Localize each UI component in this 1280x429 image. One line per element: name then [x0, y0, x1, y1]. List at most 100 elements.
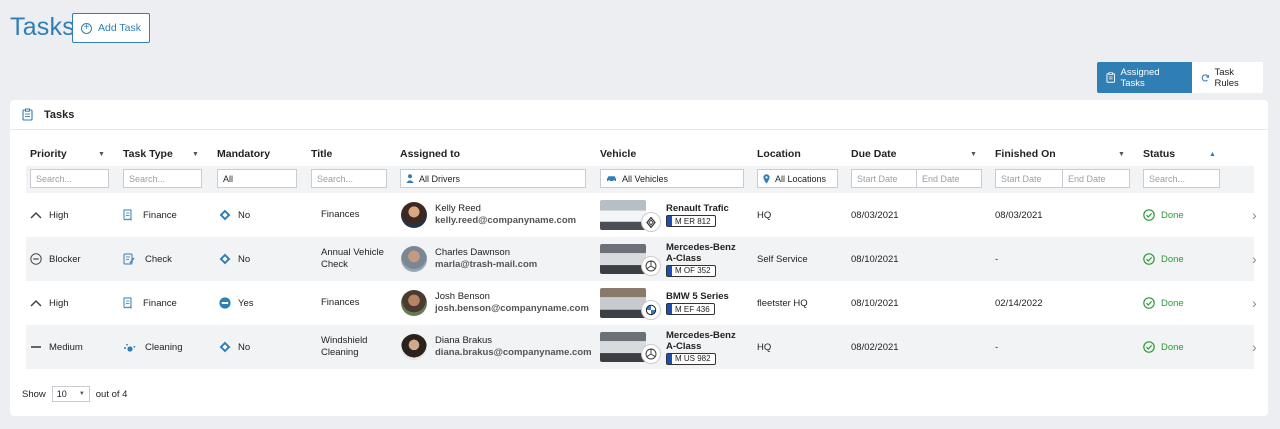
header-mandatory[interactable]: Mandatory — [217, 148, 270, 160]
task-type-cell: Check — [123, 237, 172, 281]
diamond-icon — [219, 209, 231, 221]
header-title[interactable]: Title — [311, 148, 332, 160]
header-vehicle[interactable]: Vehicle — [600, 148, 636, 160]
header-assigned-to[interactable]: Assigned to — [400, 148, 460, 160]
locations-filter-value: All Locations — [775, 173, 827, 184]
status-cell: Done — [1143, 237, 1184, 281]
mandatory-label: No — [238, 209, 251, 221]
bmw-logo-icon — [641, 300, 661, 320]
diamond-icon — [219, 253, 231, 265]
show-label: Show — [22, 388, 46, 400]
header-task-type-label: Task Type — [123, 148, 173, 160]
due-end-filter[interactable]: End Date — [916, 169, 982, 188]
task-type-label: Finance — [143, 209, 177, 221]
task-rules-label: Task Rules — [1214, 66, 1239, 89]
status-filter[interactable]: Search... — [1143, 169, 1220, 188]
mandatory-filter[interactable]: All — [217, 169, 297, 188]
drivers-filter[interactable]: All Drivers — [400, 169, 586, 188]
page-title: Tasks — [10, 13, 75, 41]
task-type-filter[interactable]: Search... — [123, 169, 202, 188]
priority-cell: High — [30, 281, 69, 325]
assignee-email: marla@trash-mail.com — [435, 259, 538, 270]
table-row[interactable]: High Finance Yes Finances Josh Benson jos… — [26, 281, 1257, 325]
add-task-button[interactable]: + Add Task — [72, 13, 150, 43]
priority-cell: Medium — [30, 325, 83, 369]
receipt-icon — [123, 297, 132, 309]
vehicle-name: BMW 5 Series — [666, 291, 729, 302]
assignee-email: kelly.reed@companyname.com — [435, 215, 577, 226]
title-filter[interactable]: Search... — [311, 169, 387, 188]
license-plate: M EF 436 — [666, 303, 715, 315]
finished-on-cell: - — [995, 341, 999, 353]
license-plate: M ER 812 — [666, 215, 716, 227]
vehicle-cell: BMW 5 Series M EF 436 — [600, 281, 729, 325]
table-row[interactable]: Medium Cleaning No Windshield Cleaning D… — [26, 325, 1257, 369]
refresh-icon — [1201, 73, 1210, 81]
header-due-date[interactable]: Due Date ▼ — [851, 148, 981, 160]
table-row[interactable]: Blocker Check No Annual Vehicle Check Ch… — [26, 237, 1257, 281]
priority-filter[interactable]: Search... — [30, 169, 109, 188]
mercedes-logo-icon — [641, 344, 661, 364]
finished-start-filter[interactable]: Start Date — [995, 169, 1063, 188]
caret-down-icon: ▼ — [192, 150, 199, 158]
car-icon — [606, 175, 617, 182]
vehicle-image — [600, 244, 661, 276]
header-finished-on[interactable]: Finished On ▼ — [995, 148, 1125, 160]
chevron-up-icon — [30, 299, 42, 307]
clipboard-icon — [22, 108, 33, 121]
assignee-cell: Josh Benson josh.benson@companyname.com — [401, 281, 589, 325]
header-location[interactable]: Location — [757, 148, 801, 160]
mercedes-logo-icon — [641, 256, 661, 276]
header-location-label: Location — [757, 148, 801, 160]
assignee-cell: Kelly Reed kelly.reed@companyname.com — [401, 193, 576, 237]
assigned-tasks-tab[interactable]: Assigned Tasks — [1097, 62, 1192, 93]
finished-on-cell: 08/03/2021 — [995, 209, 1043, 221]
location-cell: HQ — [757, 341, 772, 353]
due-date-cell: 08/10/2021 — [851, 297, 899, 309]
caret-down-icon: ▼ — [1118, 150, 1125, 158]
task-type-label: Finance — [143, 297, 177, 309]
locations-filter[interactable]: All Locations — [757, 169, 838, 188]
diamond-icon — [219, 341, 231, 353]
task-type-cell: Finance — [123, 193, 177, 237]
assignee-name: Diana Brakus — [435, 335, 493, 346]
vehicle-image — [600, 288, 661, 320]
header-status[interactable]: Status ▲ — [1143, 148, 1223, 160]
finished-end-filter[interactable]: End Date — [1062, 169, 1130, 188]
location-cell: fleetster HQ — [757, 297, 808, 309]
vehicles-filter-value: All Vehicles — [622, 173, 669, 184]
header-priority[interactable]: Priority ▼ — [30, 148, 110, 160]
page-size-select[interactable]: 10 ▼ — [51, 386, 90, 402]
dash-icon — [31, 346, 41, 348]
check-circle-icon — [1143, 209, 1155, 221]
renault-logo-icon — [641, 212, 661, 232]
chevron-right-icon[interactable]: › — [1252, 193, 1257, 237]
table-row[interactable]: High Finance No Finances Kelly Reed kelly… — [26, 193, 1257, 237]
task-rules-tab[interactable]: Task Rules — [1192, 62, 1263, 93]
vehicle-cell: Renault Trafic M ER 812 — [600, 193, 729, 237]
chevron-right-icon[interactable]: › — [1252, 325, 1257, 369]
due-start-filter[interactable]: Start Date — [851, 169, 917, 188]
plate-number: M ER 812 — [675, 216, 711, 226]
plus-circle-icon: + — [81, 22, 92, 34]
plate-number: M EF 436 — [675, 304, 710, 314]
finished-on-cell: 02/14/2022 — [995, 297, 1043, 309]
card-title: Tasks — [44, 108, 75, 121]
vehicles-filter[interactable]: All Vehicles — [600, 169, 744, 188]
mandatory-label: No — [238, 341, 251, 353]
mandatory-label: No — [238, 253, 251, 265]
priority-label: Medium — [49, 341, 83, 353]
avatar — [401, 290, 427, 316]
tasks-card: Tasks Priority ▼ Task Type ▼ Mandatory Tit… — [10, 100, 1268, 416]
task-type-cell: Cleaning — [123, 325, 183, 369]
header-task-type[interactable]: Task Type ▼ — [123, 148, 203, 160]
finished-on-cell: - — [995, 253, 999, 265]
status-label: Done — [1161, 209, 1184, 221]
task-type-label: Cleaning — [145, 341, 183, 353]
chevron-right-icon[interactable]: › — [1252, 237, 1257, 281]
header-mandatory-label: Mandatory — [217, 148, 271, 160]
avatar — [401, 334, 427, 360]
assignee-cell: Diana Brakus diana.brakus@companyname.com — [401, 325, 592, 369]
chevron-right-icon[interactable]: › — [1252, 281, 1257, 325]
caret-down-icon: ▼ — [970, 150, 977, 158]
